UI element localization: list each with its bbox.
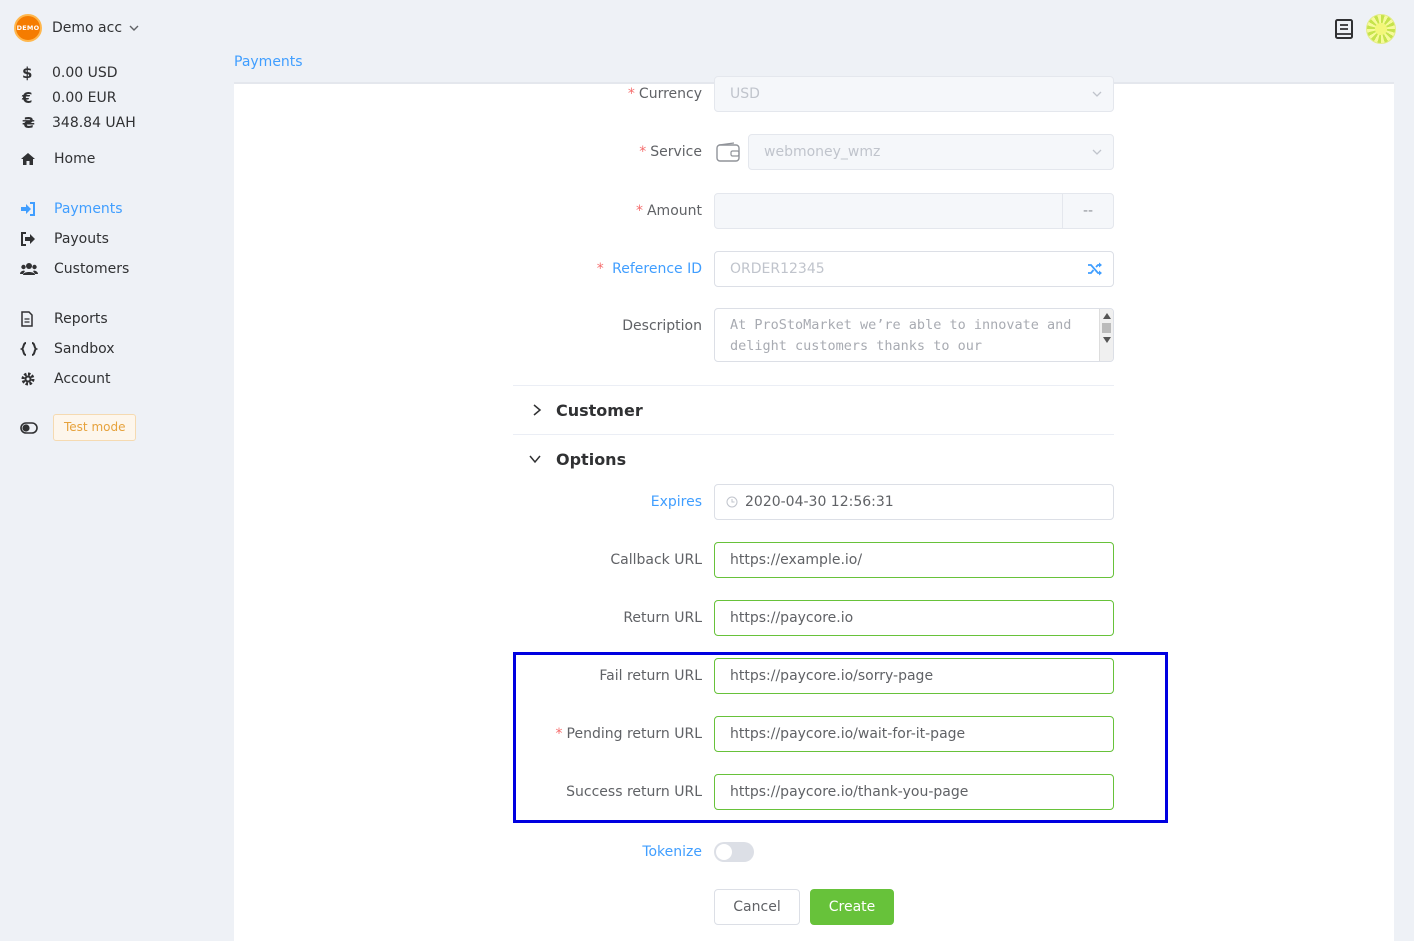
service-label: * Service bbox=[639, 144, 702, 160]
description-label: Description bbox=[622, 318, 702, 334]
cancel-button[interactable]: Cancel bbox=[714, 889, 800, 925]
callback-label: Callback URL bbox=[610, 552, 702, 568]
sidebar-item-label: Customers bbox=[54, 261, 130, 277]
clock-icon bbox=[726, 496, 738, 508]
sidebar: DEMO Demo acc $ 0.00 USD € 0.00 EUR ₴ 34… bbox=[0, 0, 234, 941]
braces-icon bbox=[20, 342, 38, 356]
amount-row: * Amount -- bbox=[234, 193, 1394, 229]
chevron-down-icon bbox=[1092, 149, 1102, 155]
expires-row: Expires 2020-04-30 12:56:31 bbox=[234, 484, 1394, 520]
service-row: * Service webmoney_wmz bbox=[234, 134, 1394, 170]
sidebar-item-label: Home bbox=[54, 151, 96, 167]
chevron-down-icon bbox=[1092, 91, 1102, 97]
sign-out-icon bbox=[21, 232, 35, 246]
chevron-right-icon bbox=[533, 404, 542, 416]
toggle-icon bbox=[20, 421, 38, 434]
sidebar-item-label: Reports bbox=[54, 311, 108, 327]
return-row: Return URL https://paycore.io bbox=[234, 600, 1394, 636]
chevron-down-icon bbox=[129, 25, 139, 31]
sidebar-item-payouts[interactable]: Payouts bbox=[20, 224, 220, 254]
home-icon bbox=[21, 153, 35, 165]
test-mode-toggle[interactable]: Test mode bbox=[20, 414, 137, 441]
balance-amount: 0.00 EUR bbox=[52, 89, 117, 106]
sidebar-item-label: Payments bbox=[54, 201, 123, 217]
wallet-icon bbox=[716, 142, 740, 162]
balance-amount: 0.00 USD bbox=[52, 64, 118, 81]
scroll-down-icon[interactable] bbox=[1103, 337, 1111, 343]
service-select[interactable]: webmoney_wmz bbox=[748, 134, 1114, 170]
expires-datepicker[interactable]: 2020-04-30 12:56:31 bbox=[714, 484, 1114, 520]
amount-currency-suffix: -- bbox=[1062, 193, 1114, 229]
currency-select[interactable]: USD bbox=[714, 76, 1114, 112]
tokenize-label[interactable]: Tokenize bbox=[642, 834, 702, 870]
nav-group-main: Home bbox=[20, 144, 220, 174]
shuffle-icon[interactable] bbox=[1087, 262, 1103, 276]
currency-label: * Currency bbox=[627, 86, 702, 102]
sidebar-item-home[interactable]: Home bbox=[20, 144, 220, 174]
nav-group-transactions: Payments Payouts Customers bbox=[20, 194, 220, 284]
gear-icon bbox=[21, 372, 35, 386]
header-actions bbox=[1334, 14, 1396, 44]
reference-input[interactable]: ORDER12345 bbox=[714, 251, 1114, 287]
customer-section-toggle[interactable]: Customer bbox=[532, 398, 643, 422]
tokenize-switch[interactable] bbox=[714, 842, 754, 862]
textarea-scrollbar[interactable] bbox=[1099, 309, 1113, 361]
highlight-box bbox=[513, 652, 1168, 823]
return-url-input[interactable]: https://paycore.io bbox=[714, 600, 1114, 636]
sidebar-item-customers[interactable]: Customers bbox=[20, 254, 220, 284]
balance-uah: ₴ 348.84 UAH bbox=[22, 110, 136, 135]
hryvnia-icon: ₴ bbox=[22, 113, 35, 132]
tokenize-row: Tokenize bbox=[234, 834, 1394, 870]
nav-group-tools: Reports Sandbox Account bbox=[20, 304, 220, 394]
users-icon bbox=[20, 263, 38, 275]
sidebar-item-label: Sandbox bbox=[54, 341, 115, 357]
balance-eur: € 0.00 EUR bbox=[22, 85, 136, 110]
sidebar-item-label: Account bbox=[54, 371, 111, 387]
book-icon[interactable] bbox=[1334, 18, 1354, 40]
sidebar-item-sandbox[interactable]: Sandbox bbox=[20, 334, 220, 364]
test-mode-badge: Test mode bbox=[53, 414, 137, 441]
reference-row: * Reference ID ORDER12345 bbox=[234, 251, 1394, 287]
amount-label: * Amount bbox=[635, 203, 702, 219]
balance-amount: 348.84 UAH bbox=[52, 114, 136, 131]
sign-in-icon bbox=[21, 202, 35, 216]
divider bbox=[513, 434, 1114, 435]
description-textarea[interactable]: At ProStoMarket we’re able to innovate a… bbox=[714, 308, 1114, 362]
file-icon bbox=[21, 311, 33, 327]
amount-input[interactable] bbox=[714, 193, 1063, 229]
expires-label[interactable]: Expires bbox=[651, 484, 702, 520]
balance-usd: $ 0.00 USD bbox=[22, 60, 136, 85]
account-switcher[interactable]: DEMO Demo acc bbox=[14, 14, 140, 42]
demo-logo-icon: DEMO bbox=[14, 14, 42, 42]
euro-icon: € bbox=[22, 88, 33, 107]
sidebar-item-account[interactable]: Account bbox=[20, 364, 220, 394]
reference-label[interactable]: * Reference ID bbox=[597, 251, 702, 287]
callback-url-input[interactable]: https://example.io/ bbox=[714, 542, 1114, 578]
balances: $ 0.00 USD € 0.00 EUR ₴ 348.84 UAH bbox=[22, 60, 136, 135]
payment-form-panel: * Currency USD * Service webmoney_wmz * Amo… bbox=[234, 76, 1394, 941]
sidebar-item-reports[interactable]: Reports bbox=[20, 304, 220, 334]
callback-row: Callback URL https://example.io/ bbox=[234, 542, 1394, 578]
sidebar-item-payments[interactable]: Payments bbox=[20, 194, 220, 224]
dollar-icon: $ bbox=[22, 63, 33, 82]
sidebar-item-label: Payouts bbox=[54, 231, 109, 247]
return-label: Return URL bbox=[623, 610, 702, 626]
chevron-down-icon bbox=[529, 455, 541, 464]
scroll-up-icon[interactable] bbox=[1103, 313, 1111, 319]
user-avatar[interactable] bbox=[1366, 14, 1396, 44]
currency-row: * Currency USD bbox=[234, 76, 1394, 112]
create-button[interactable]: Create bbox=[810, 889, 894, 925]
divider bbox=[513, 385, 1114, 386]
account-name: Demo acc bbox=[52, 20, 123, 36]
options-section-toggle[interactable]: Options bbox=[528, 447, 626, 471]
